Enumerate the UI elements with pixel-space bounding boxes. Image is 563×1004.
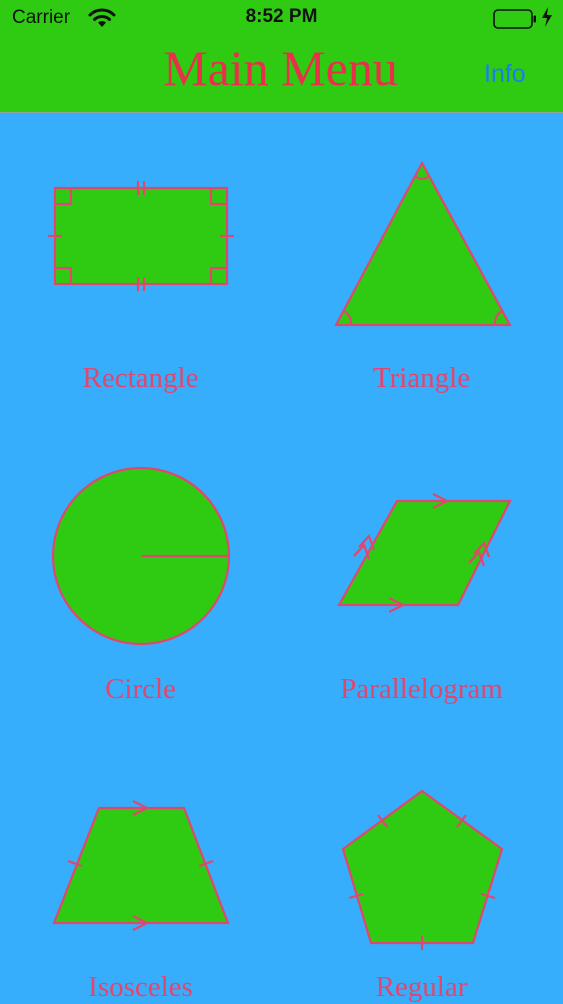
menu-item-label: Rectangle xyxy=(82,362,199,394)
circle-icon xyxy=(51,466,231,646)
menu-item-label: Isosceles xyxy=(88,971,193,1003)
menu-item-rectangle[interactable]: Rectangle xyxy=(0,150,281,410)
info-button[interactable]: Info xyxy=(484,60,526,89)
menu-item-isosceles[interactable]: Isosceles xyxy=(0,780,281,1003)
menu-item-regular[interactable]: Regular xyxy=(281,780,562,1003)
menu-item-label: Triangle xyxy=(372,362,471,394)
regular-pentagon-icon xyxy=(341,789,504,950)
page-title: Main Menu xyxy=(163,40,398,96)
parallelogram-icon xyxy=(337,493,512,613)
navigation-bar: Carrier 8:52 PM Main Menu Info xyxy=(0,0,563,113)
menu-item-label: Regular xyxy=(375,971,468,1003)
menu-item-triangle[interactable]: Triangle xyxy=(281,150,562,410)
charging-bolt-icon xyxy=(542,7,552,27)
menu-item-label: Circle xyxy=(105,673,176,705)
menu-item-parallelogram[interactable]: Parallelogram xyxy=(281,460,562,720)
battery-icon xyxy=(493,9,536,29)
triangle-icon xyxy=(334,160,512,327)
isosceles-trapezoid-icon xyxy=(52,800,230,931)
menu-item-circle[interactable]: Circle xyxy=(0,460,281,720)
rectangle-icon xyxy=(48,181,234,291)
status-bar: Carrier 8:52 PM xyxy=(0,0,563,38)
status-time: 8:52 PM xyxy=(245,6,318,27)
menu-item-label: Parallelogram xyxy=(340,673,503,705)
